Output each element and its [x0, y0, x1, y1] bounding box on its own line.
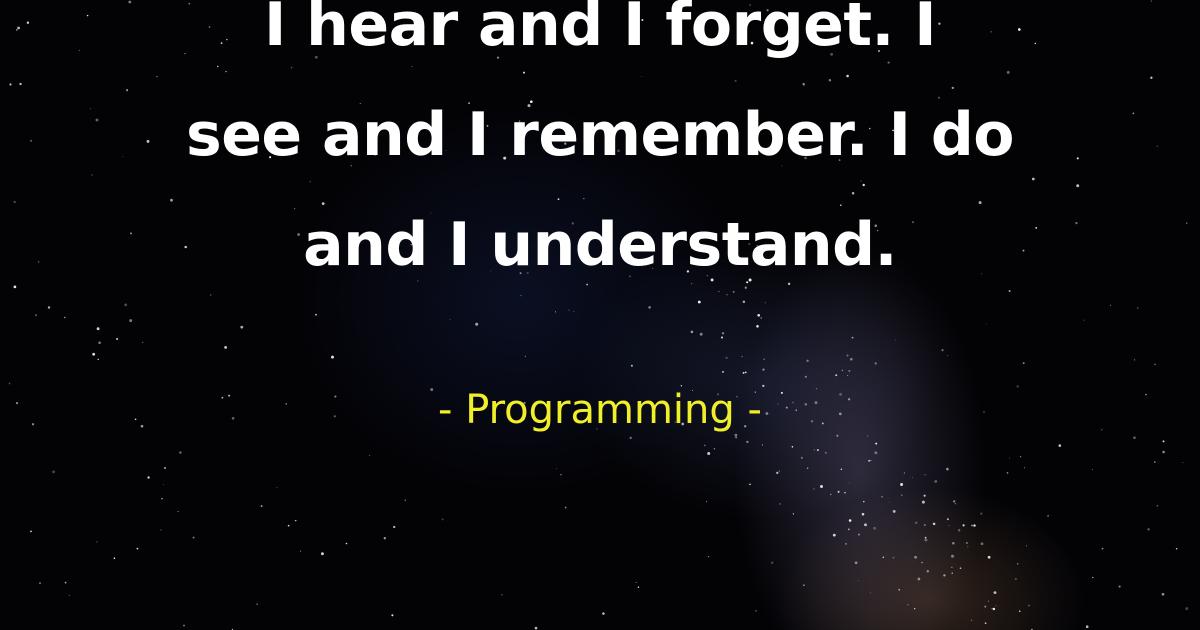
quote-card: I hear and I forget. I see and I remembe… [0, 0, 1200, 630]
quote-text: I hear and I forget. I see and I remembe… [0, 0, 1200, 300]
quote-line: and I understand. [303, 210, 897, 280]
quote-attribution: - Programming - [438, 387, 762, 433]
quote-line: I hear and I forget. I [263, 0, 937, 60]
quote-line: see and I remember. I do [186, 100, 1015, 170]
